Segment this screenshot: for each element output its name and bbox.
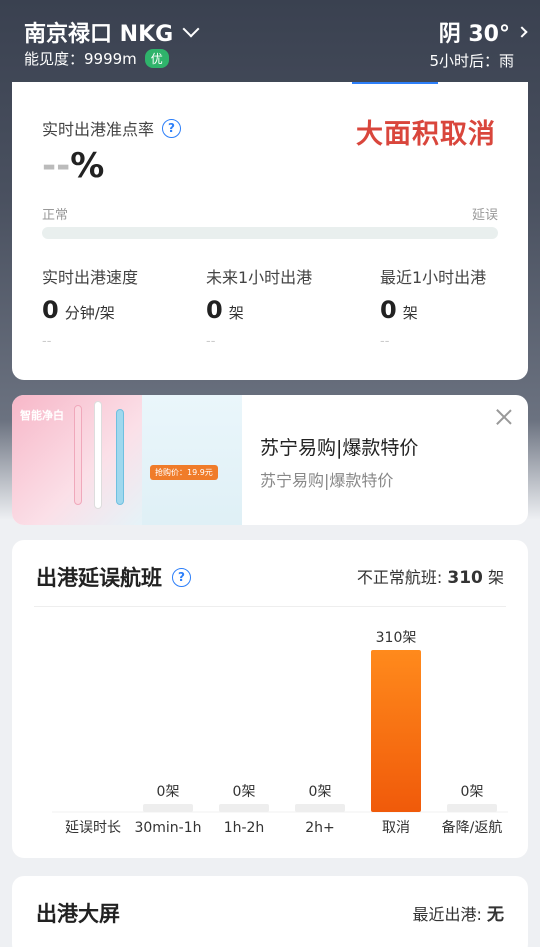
delay-flights-card: 出港延误航班 ? 不正常航班: 310 架 延误时长 0架 30min-1h 0架 1h… [12, 540, 528, 858]
stat-title: 未来1小时出港 [206, 268, 313, 287]
ad-image-right: 抢购价：19.9元 [142, 395, 242, 525]
weather-text[interactable]: 阴 30° [439, 16, 510, 48]
bar-取消 [371, 650, 421, 812]
bar-2h+ [295, 804, 345, 812]
stat-value: 0 [380, 296, 397, 324]
stat-delta: -- [380, 334, 390, 349]
toothbrush-image [94, 401, 102, 509]
stat-unit: 架 [228, 304, 244, 322]
ad-banner[interactable]: 智能净白 抢购价：19.9元 苏宁易购|爆款特价 苏宁易购|爆款特价 [12, 395, 528, 525]
latest-departure: 最近出港: 无 [413, 900, 505, 925]
board-title: 出港大屏 [36, 902, 120, 926]
bar-30min-1h [143, 804, 193, 812]
airport-selector[interactable]: 南京禄口 NKG [24, 16, 200, 48]
weather-button[interactable]: 阴 30° [439, 16, 528, 48]
punctuality-unit: % [70, 146, 105, 186]
chevron-right-icon[interactable] [516, 26, 528, 38]
data-label: 310架 [376, 630, 417, 646]
abnormal-flights-count: 不正常航班: 310 架 [357, 564, 504, 588]
abnormal-unit: 架 [487, 568, 504, 587]
stat-title: 实时出港速度 [42, 268, 139, 287]
punctuality-label-text: 实时出港准点率 [42, 120, 155, 139]
latest-departure-label: 最近出港: [412, 905, 482, 924]
abnormal-label: 不正常航班: [356, 568, 443, 587]
delay-section-title: 出港延误航班 ? [36, 562, 191, 592]
header-bar: 南京禄口 NKG 能见度：9999m 优 阴 30° 5小时后：雨 [0, 0, 540, 82]
toothbrush-image [116, 409, 124, 505]
departure-board-card[interactable]: 出港大屏 最近出港: 无 [12, 876, 528, 947]
stat-departure-speed: 实时出港速度 0 分钟/架 -- [42, 264, 138, 349]
ad-image-left: 智能净白 [12, 395, 142, 525]
help-icon[interactable]: ? [162, 118, 182, 138]
stat-value: 0 [42, 296, 59, 324]
abnormal-value: 310 [447, 568, 483, 588]
forecast-text: 5小时后：雨 [429, 52, 514, 70]
delay-bar-chart: 延误时长 0架 30min-1h 0架 1h-2h 0架 2h+ 310架取消 0架备降/返航 [52, 630, 508, 836]
visibility-label: 能见度：9999m [24, 50, 137, 68]
ad-subtitle[interactable]: 苏宁易购|爆款特价 [260, 467, 393, 491]
tab-indicator [352, 82, 438, 84]
status-alert: 大面积取消 [356, 119, 496, 150]
ad-title[interactable]: 苏宁易购|爆款特价 [260, 433, 418, 460]
chevron-down-icon[interactable] [182, 20, 200, 38]
ad-image[interactable]: 智能净白 抢购价：19.9元 [12, 395, 242, 525]
punctuality-dash: -- [42, 146, 71, 186]
data-label: 0架 [461, 784, 484, 800]
stat-title: 最近1小时出港 [380, 268, 487, 287]
data-label: 0架 [157, 784, 180, 800]
visibility-info: 能见度：9999m 优 [24, 48, 169, 69]
category-label: 2h+ [305, 820, 335, 836]
latest-departure-value: 无 [487, 905, 504, 925]
stat-unit: 分钟/架 [64, 304, 115, 322]
punctuality-label: 实时出港准点率 ? [42, 116, 182, 140]
data-label: 0架 [309, 784, 332, 800]
axis-label: 延误时长 [65, 820, 121, 836]
ad-image-text: 智能净白 [20, 409, 64, 422]
punctuality-value: --% [42, 146, 104, 186]
airport-name[interactable]: 南京禄口 NKG [24, 16, 173, 48]
stat-next-hour: 未来1小时出港 0架 -- [206, 264, 312, 349]
stat-delta: -- [42, 334, 52, 349]
category-label: 备降/返航 [442, 819, 503, 836]
toothbrush-image [74, 405, 82, 505]
close-icon[interactable] [496, 409, 512, 425]
punctuality-bar [42, 227, 498, 239]
ad-price-tag: 抢购价：19.9元 [150, 465, 218, 480]
section-title-text: 出港延误航班 [36, 566, 162, 590]
bar-备降/返航 [447, 804, 497, 812]
stat-last-hour: 最近1小时出港 0架 -- [380, 264, 486, 349]
stat-value: 0 [206, 296, 223, 324]
visibility-badge: 优 [144, 49, 169, 68]
punctuality-card: 实时出港准点率 ? --% 大面积取消 正常 延误 实时出港速度 0 分钟/架 -… [12, 82, 528, 380]
scale-label-delay: 延误 [471, 208, 498, 223]
help-icon[interactable]: ? [172, 567, 191, 587]
scale-label-normal: 正常 [42, 208, 69, 223]
stat-delta: -- [206, 334, 216, 349]
data-label: 0架 [233, 784, 256, 800]
category-label: 取消 [382, 820, 410, 836]
category-label: 30min-1h [134, 820, 201, 836]
stat-unit: 架 [402, 304, 418, 322]
category-label: 1h-2h [224, 820, 265, 836]
bar-1h-2h [219, 804, 269, 812]
